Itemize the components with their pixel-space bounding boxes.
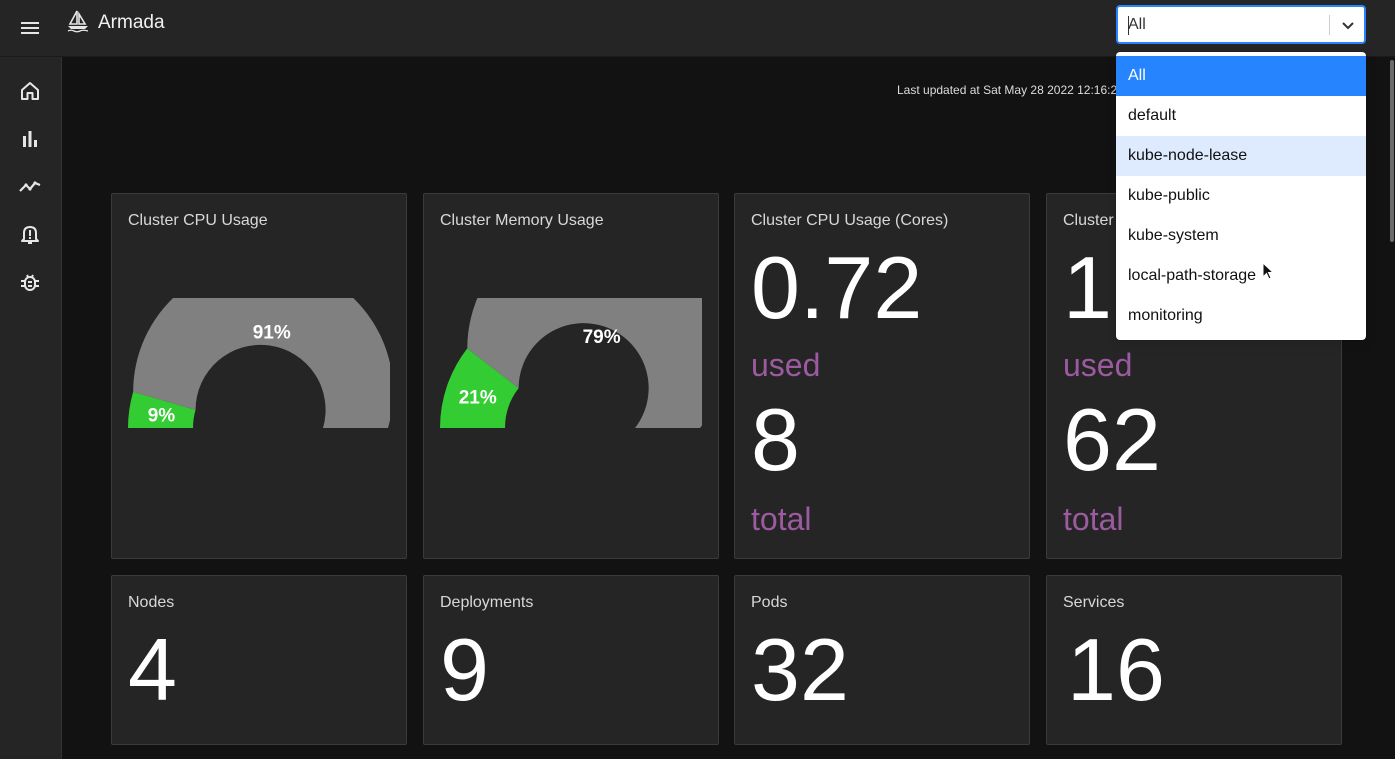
- pods-card: Pods 32: [734, 575, 1030, 745]
- bug-icon[interactable]: [18, 270, 42, 294]
- card-title: Pods: [751, 594, 788, 611]
- memory-usage-card: Cluster Memory Usage 21% 79%: [423, 193, 719, 559]
- cpu-cores-card: Cluster CPU Usage (Cores) 0.72 used 8 to…: [734, 193, 1030, 559]
- memory-total-value: 62: [1063, 390, 1161, 489]
- namespace-option-kube-public[interactable]: kube-public: [1116, 176, 1366, 216]
- used-label: used: [751, 347, 821, 383]
- card-title: Deployments: [440, 594, 534, 611]
- namespace-dropdown-menu: All default kube-node-lease kube-public kube…: [1116, 52, 1366, 340]
- gauge-used-label: 21%: [459, 387, 497, 408]
- pods-count: 32: [751, 620, 849, 719]
- services-count: 16: [1067, 620, 1165, 719]
- home-icon[interactable]: [18, 79, 42, 103]
- nodes-card: Nodes 4: [111, 575, 407, 745]
- services-card: Services 16: [1046, 575, 1342, 745]
- sailboat-icon: [67, 10, 89, 33]
- memory-usage-gauge: 21% 79%: [440, 298, 702, 428]
- menu-icon[interactable]: [18, 16, 42, 40]
- namespace-option-kube-system[interactable]: kube-system: [1116, 216, 1366, 256]
- select-separator: [1329, 15, 1330, 35]
- deployments-count: 9: [440, 620, 489, 719]
- cpu-cores-used-value: 0.72: [751, 238, 923, 337]
- gauge-free-label: 91%: [253, 322, 291, 343]
- cpu-usage-card: Cluster CPU Usage 9% 91%: [111, 193, 407, 559]
- text-caret: [1128, 16, 1129, 35]
- scrollbar-thumb[interactable]: [1390, 60, 1394, 242]
- nodes-count: 4: [128, 620, 177, 719]
- line-chart-icon[interactable]: [18, 174, 42, 198]
- alert-bell-icon[interactable]: [18, 222, 42, 246]
- sidebar: [0, 57, 62, 759]
- memory-used-value: 1: [1063, 238, 1112, 337]
- namespace-option-local-path-storage[interactable]: local-path-storage: [1116, 256, 1366, 296]
- used-label: used: [1063, 347, 1133, 383]
- namespace-select-value[interactable]: All: [1128, 16, 1146, 34]
- chevron-down-icon[interactable]: [1338, 15, 1358, 35]
- card-title: Cluster CPU Usage (Cores): [751, 212, 949, 229]
- total-label: total: [751, 501, 812, 537]
- cpu-cores-total-value: 8: [751, 390, 800, 489]
- card-title: Services: [1063, 594, 1125, 611]
- app-title: Armada: [98, 12, 165, 33]
- gauge-used-label: 9%: [148, 405, 176, 426]
- card-title: Cluster CPU Usage: [128, 212, 268, 229]
- card-title: Nodes: [128, 594, 175, 611]
- card-title: Cluster: [1063, 212, 1114, 229]
- cpu-usage-gauge: 9% 91%: [128, 298, 390, 428]
- deployments-card: Deployments 9: [423, 575, 719, 745]
- namespace-select[interactable]: All: [1116, 5, 1366, 44]
- namespace-option-kube-node-lease[interactable]: kube-node-lease: [1116, 136, 1366, 176]
- namespace-option-default[interactable]: default: [1116, 96, 1366, 136]
- bar-chart-icon[interactable]: [18, 127, 42, 151]
- last-updated-text: Last updated at Sat May 28 2022 12:16:20: [897, 83, 1117, 97]
- namespace-option-monitoring[interactable]: monitoring: [1116, 296, 1366, 336]
- gauge-free-label: 79%: [583, 327, 621, 348]
- mouse-pointer-icon: [1262, 262, 1275, 280]
- total-label: total: [1063, 501, 1124, 537]
- card-title: Cluster Memory Usage: [440, 212, 604, 229]
- namespace-option-All[interactable]: All: [1116, 56, 1366, 96]
